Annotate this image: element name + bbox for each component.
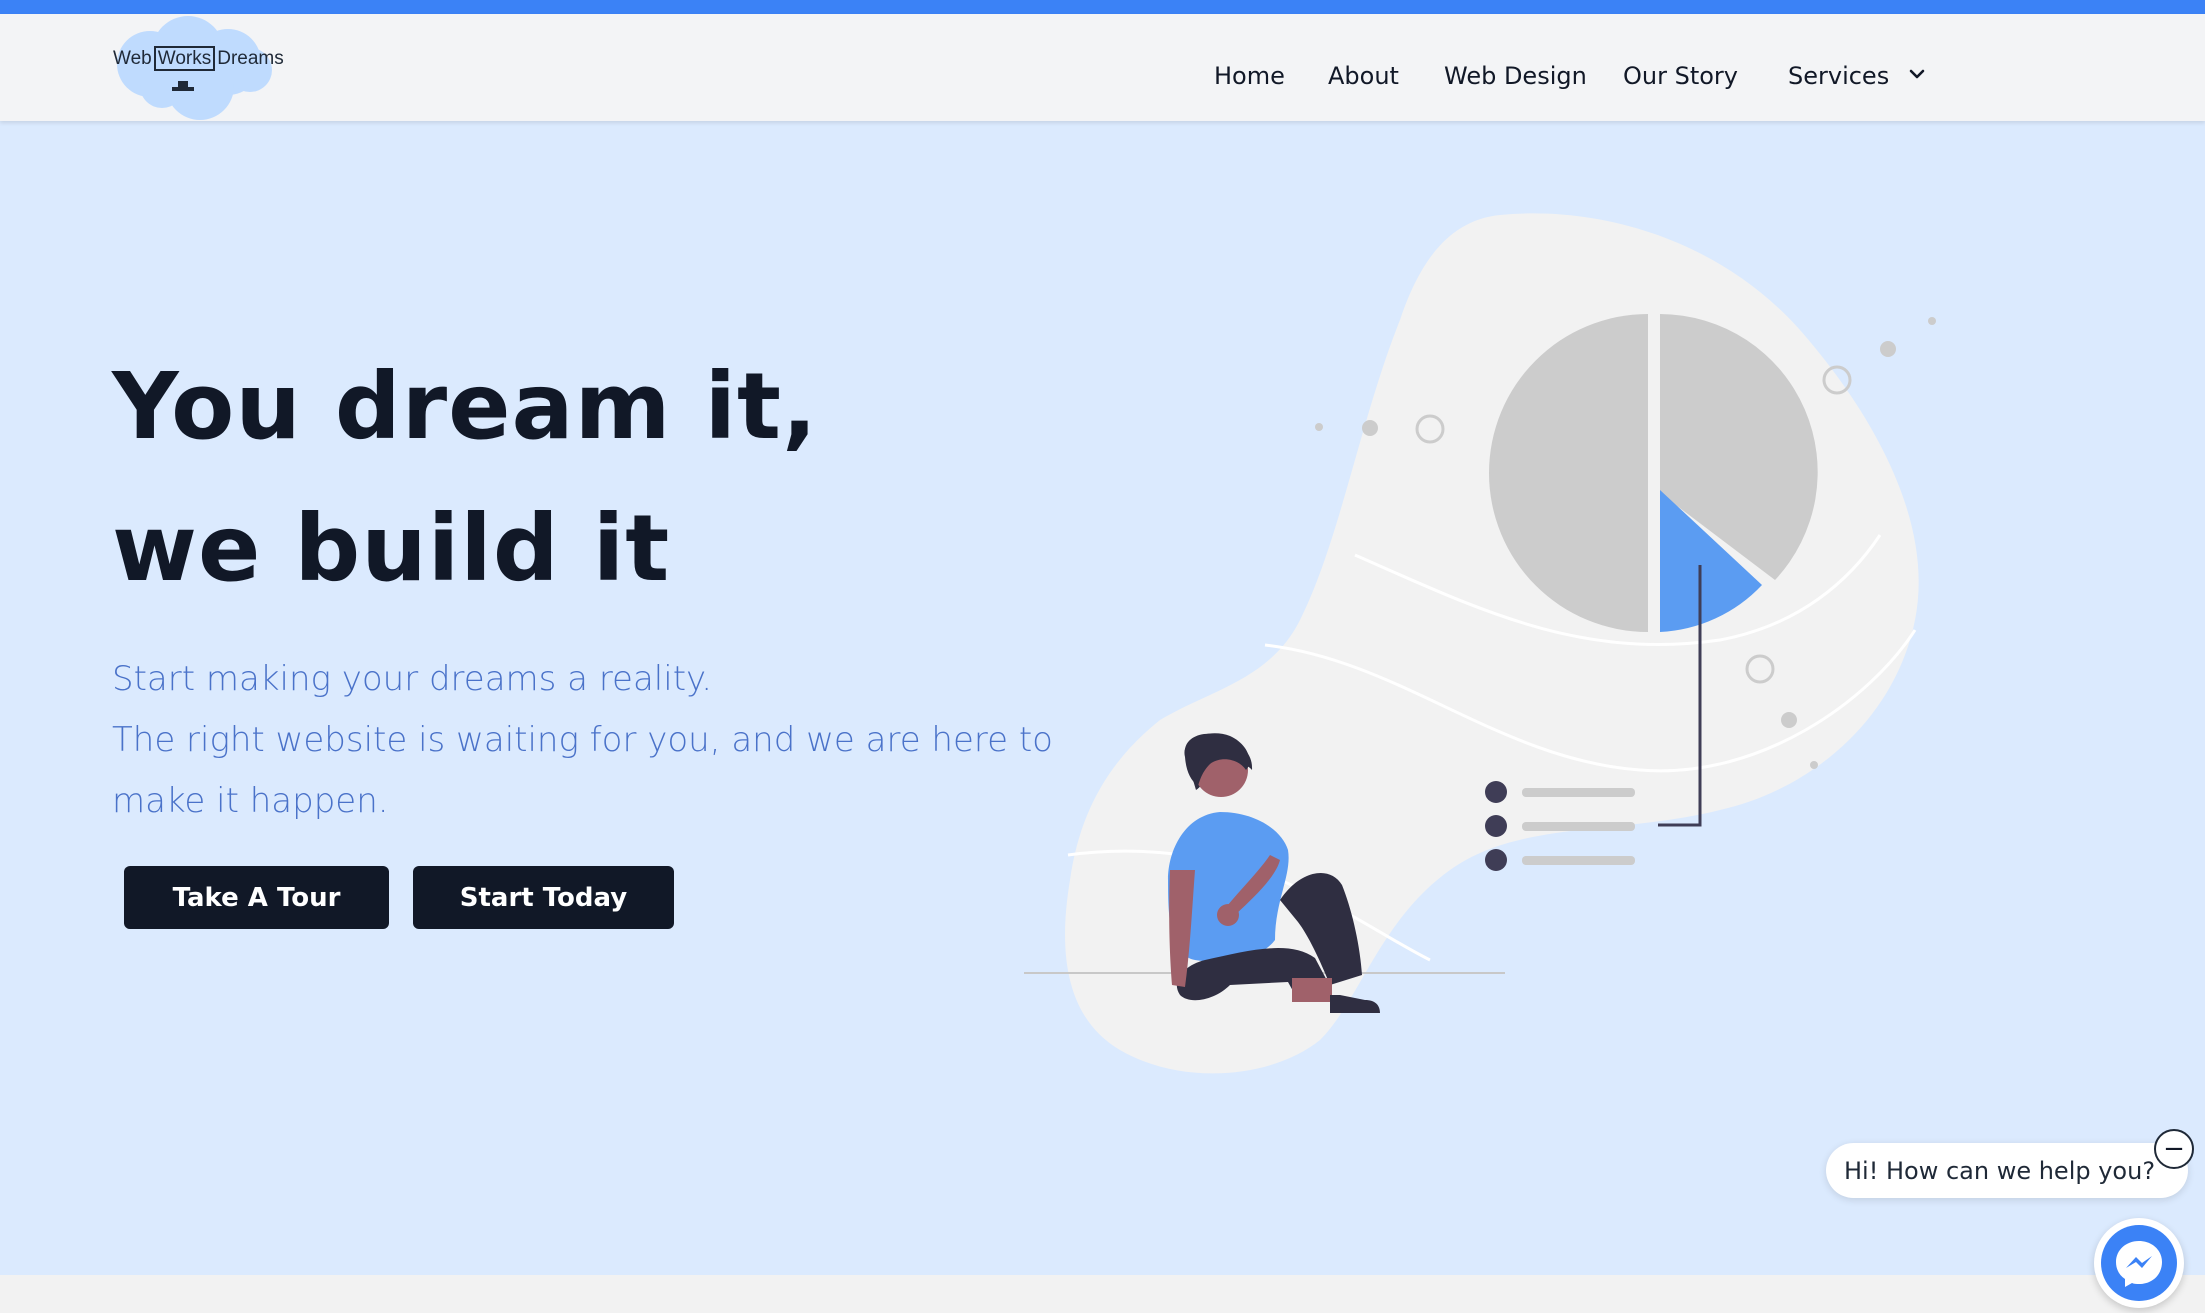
hero-lead-line3: make it happen.: [112, 781, 389, 821]
top-accent-bar: [0, 0, 2205, 14]
hero-lead: Start making your dreams a reality. The …: [112, 649, 1053, 832]
main-nav: Home About Web Design Our Story Services: [0, 52, 2205, 102]
chat-greeting-bubble[interactable]: Hi! How can we help you?: [1826, 1143, 2188, 1198]
nav-services-label: Services: [1788, 62, 1890, 90]
hero-headline-line2: we build it: [112, 495, 671, 602]
nav-about[interactable]: About: [1328, 62, 1399, 90]
chat-greeting-text: Hi! How can we help you?: [1844, 1156, 2156, 1185]
nav-our-story[interactable]: Our Story: [1623, 62, 1738, 90]
minus-icon: −: [2163, 1134, 2185, 1164]
nav-web-design[interactable]: Web Design: [1444, 62, 1587, 90]
messenger-button[interactable]: [2094, 1218, 2184, 1308]
hero-lead-line1: Start making your dreams a reality.: [112, 659, 713, 699]
start-today-button[interactable]: Start Today: [413, 866, 674, 929]
hero-illustration: [1024, 213, 1936, 1074]
nav-services[interactable]: Services: [1788, 62, 1925, 90]
nav-home[interactable]: Home: [1214, 62, 1285, 90]
site-header: Web Works Dreams Home About Web Design Our…: [0, 14, 2205, 121]
chat-close-button[interactable]: −: [2154, 1129, 2194, 1169]
hero-section: You dream it, we build it Start making y…: [0, 121, 2205, 1275]
hero-lead-line2: The right website is waiting for you, an…: [112, 720, 1053, 760]
chevron-down-icon: [1909, 61, 1925, 86]
take-a-tour-button[interactable]: Take A Tour: [124, 866, 389, 929]
hero-headline-line1: You dream it,: [112, 353, 818, 460]
messenger-icon: [2101, 1225, 2177, 1301]
